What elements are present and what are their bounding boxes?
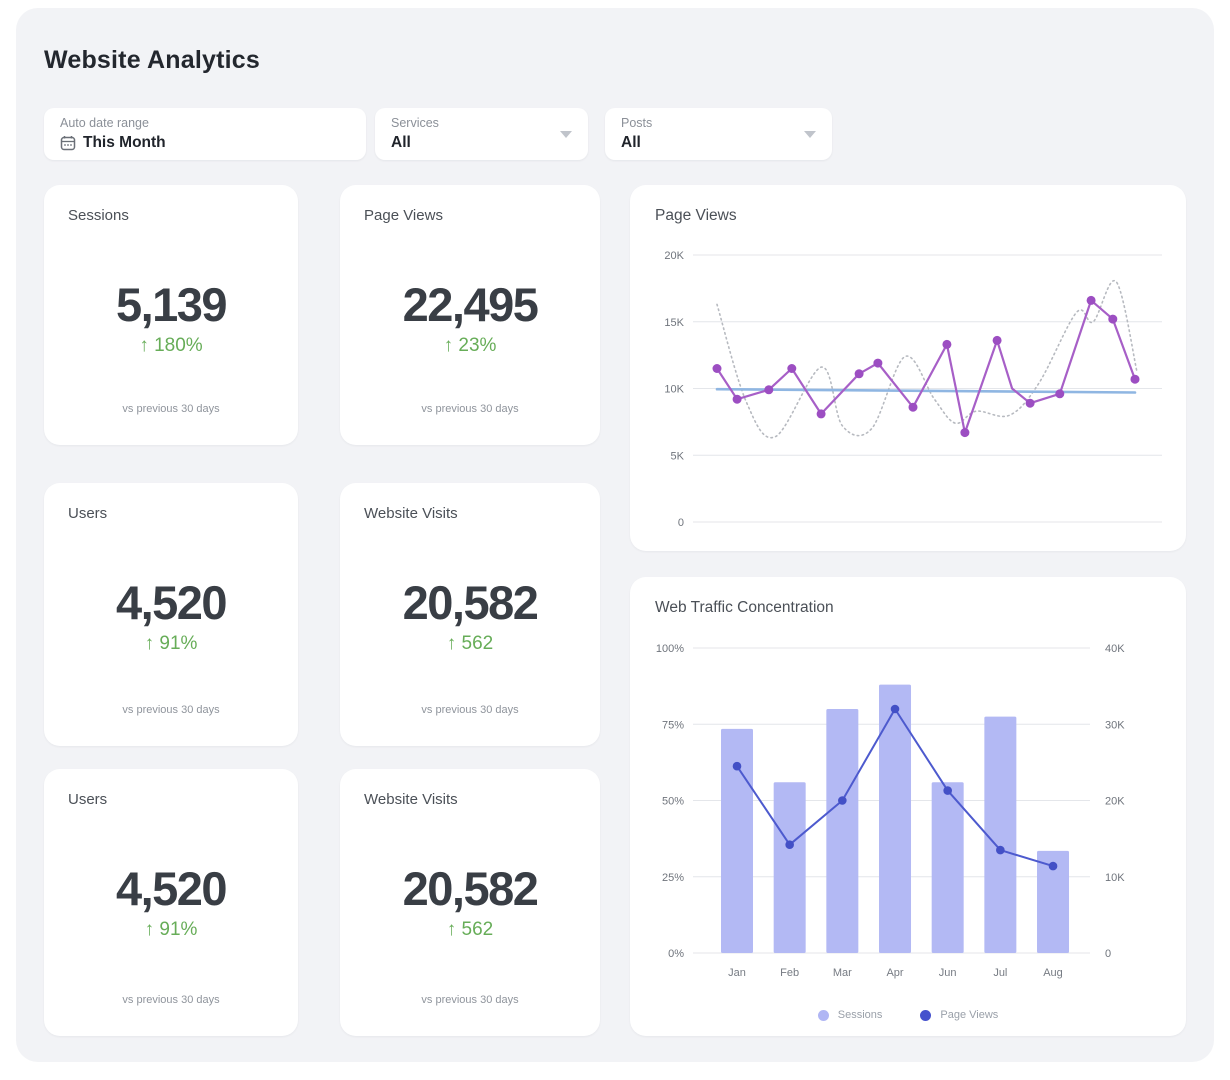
pageviews-line-chart: 20K 15K 10K 5K 0 xyxy=(630,185,1186,551)
kpi-card-sessions: Sessions 5,139 ↑ 180% vs previous 30 day… xyxy=(44,185,298,445)
legend-label: Sessions xyxy=(838,1009,883,1021)
svg-text:25%: 25% xyxy=(662,872,684,884)
kpi-label: Sessions xyxy=(68,207,129,224)
kpi-caption: vs previous 30 days xyxy=(44,994,298,1006)
chart-legend: Sessions Page Views xyxy=(630,1009,1186,1021)
svg-text:Apr: Apr xyxy=(886,967,903,979)
legend-item-pageviews[interactable]: Page Views xyxy=(920,1009,998,1021)
kpi-change: ↑ 180% xyxy=(44,335,298,357)
svg-text:10K: 10K xyxy=(1105,872,1125,884)
legend-item-sessions[interactable]: Sessions xyxy=(818,1009,883,1021)
sessions-legend-dot xyxy=(818,1010,829,1021)
posts-label: Posts xyxy=(621,116,652,130)
svg-text:0: 0 xyxy=(678,517,684,529)
svg-text:100%: 100% xyxy=(656,643,684,655)
kpi-change: ↑ 91% xyxy=(44,919,298,941)
page-title: Website Analytics xyxy=(44,46,260,75)
kpi-value: 5,139 xyxy=(44,277,298,332)
date-range-label: Auto date range xyxy=(60,116,149,130)
kpi-label: Page Views xyxy=(364,207,443,224)
kpi-value: 22,495 xyxy=(340,277,600,332)
svg-text:40K: 40K xyxy=(1105,643,1125,655)
svg-text:10K: 10K xyxy=(664,384,684,396)
services-filter[interactable]: Services All xyxy=(375,108,588,160)
kpi-change: ↑ 91% xyxy=(44,633,298,655)
kpi-card-pageviews: Page Views 22,495 ↑ 23% vs previous 30 d… xyxy=(340,185,600,445)
kpi-value: 4,520 xyxy=(44,575,298,630)
svg-text:Feb: Feb xyxy=(780,967,799,979)
web-traffic-chart-card: Web Traffic Concentration 100%40K75%30K5… xyxy=(630,577,1186,1036)
kpi-value: 4,520 xyxy=(44,861,298,916)
svg-text:Mar: Mar xyxy=(833,967,852,979)
kpi-label: Website Visits xyxy=(364,505,458,522)
kpi-card-users-2: Users 4,520 ↑ 91% vs previous 30 days xyxy=(44,769,298,1036)
date-range-filter[interactable]: Auto date range This Month xyxy=(44,108,366,160)
kpi-card-website-visits: Website Visits 20,582 ↑ 562 vs previous … xyxy=(340,483,600,746)
svg-text:Jul: Jul xyxy=(993,967,1007,979)
svg-text:50%: 50% xyxy=(662,796,684,808)
kpi-caption: vs previous 30 days xyxy=(44,403,298,415)
kpi-caption: vs previous 30 days xyxy=(340,994,600,1006)
svg-text:Jan: Jan xyxy=(728,967,746,979)
pageviews-legend-dot xyxy=(920,1010,931,1021)
web-traffic-chart: 100% 40K 75% 30K 50% 20K 25% 10K 0% 0 Jan Feb Mar Apr… xyxy=(630,577,1186,1036)
svg-text:20K: 20K xyxy=(664,250,684,262)
chevron-down-icon xyxy=(804,131,816,138)
calendar-icon xyxy=(60,135,76,151)
kpi-label: Users xyxy=(68,505,107,522)
kpi-caption: vs previous 30 days xyxy=(44,704,298,716)
kpi-label: Website Visits xyxy=(364,791,458,808)
legend-label: Page Views xyxy=(940,1009,998,1021)
kpi-change: ↑ 23% xyxy=(340,335,600,357)
posts-value: All xyxy=(621,134,641,152)
dashboard-panel: Website Analytics Auto date range This M… xyxy=(16,8,1214,1062)
kpi-label: Users xyxy=(68,791,107,808)
services-value: All xyxy=(391,134,411,152)
svg-text:20K: 20K xyxy=(1105,796,1125,808)
kpi-card-website-visits-2: Website Visits 20,582 ↑ 562 vs previous … xyxy=(340,769,600,1036)
kpi-caption: vs previous 30 days xyxy=(340,704,600,716)
kpi-value: 20,582 xyxy=(340,861,600,916)
kpi-card-users: Users 4,520 ↑ 91% vs previous 30 days xyxy=(44,483,298,746)
date-range-value: This Month xyxy=(83,134,166,152)
posts-filter[interactable]: Posts All xyxy=(605,108,832,160)
svg-text:0: 0 xyxy=(1105,948,1111,960)
svg-text:0%: 0% xyxy=(668,948,684,960)
chevron-down-icon xyxy=(560,131,572,138)
svg-text:30K: 30K xyxy=(1105,719,1125,731)
svg-text:Aug: Aug xyxy=(1043,967,1063,979)
kpi-caption: vs previous 30 days xyxy=(340,403,600,415)
svg-text:5K: 5K xyxy=(671,450,685,462)
kpi-value: 20,582 xyxy=(340,575,600,630)
svg-text:75%: 75% xyxy=(662,719,684,731)
kpi-change: ↑ 562 xyxy=(340,633,600,655)
kpi-change: ↑ 562 xyxy=(340,919,600,941)
pageviews-chart-card: Page Views 20K15K10K5K0 xyxy=(630,185,1186,551)
services-label: Services xyxy=(391,116,439,130)
svg-text:15K: 15K xyxy=(664,317,684,329)
svg-text:Jun: Jun xyxy=(939,967,957,979)
